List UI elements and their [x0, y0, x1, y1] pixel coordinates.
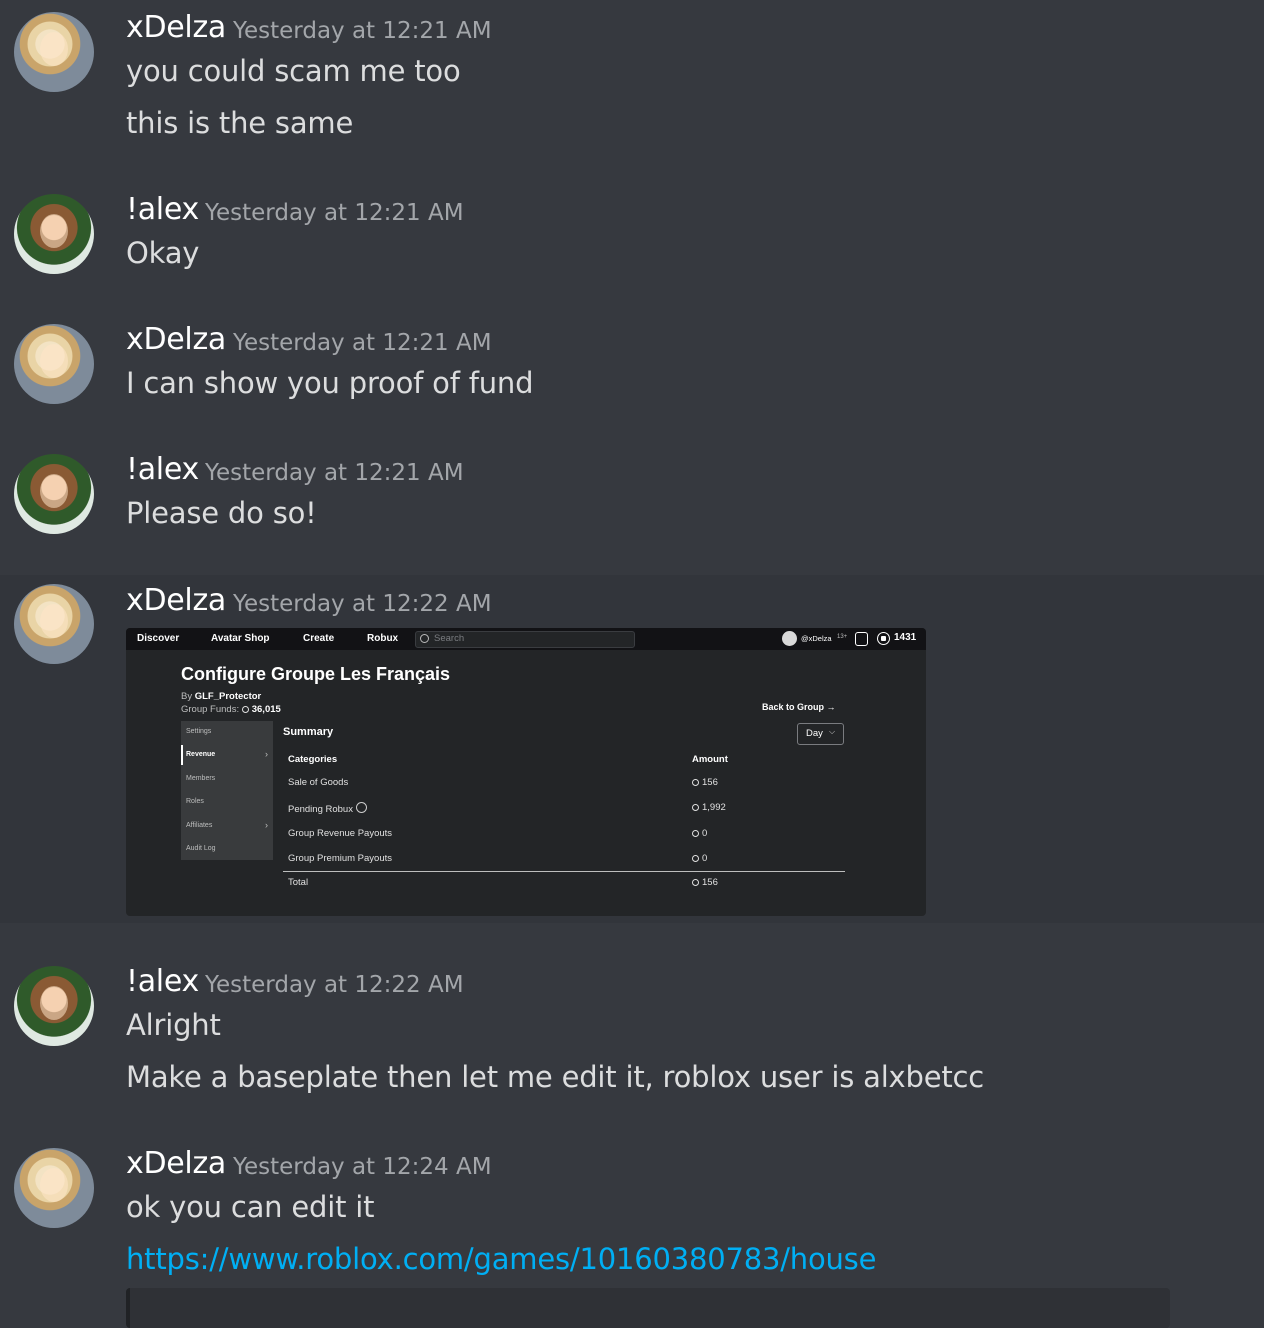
row-category: Sale of Goods: [288, 777, 349, 788]
avatar[interactable]: [14, 324, 94, 404]
username[interactable]: !alex: [126, 964, 199, 999]
avatar[interactable]: [14, 1148, 94, 1228]
menu-icon: [855, 632, 868, 646]
avatar[interactable]: [14, 584, 94, 664]
timestamp: Yesterday at 12:21 AM: [205, 200, 464, 226]
username[interactable]: xDelza: [126, 1146, 226, 1181]
username[interactable]: !alex: [126, 192, 199, 227]
row-category: Group Premium Payouts: [288, 853, 393, 864]
robux-icon: [877, 632, 890, 645]
row-amount: 0: [692, 828, 707, 839]
back-to-group-link: Back to Group →: [762, 702, 836, 712]
message-text: Alright: [126, 1008, 221, 1042]
chevron-right-icon: ›: [265, 749, 268, 759]
config-sidebar: Settings Revenue › Members Roles Affilia…: [181, 721, 273, 860]
period-select: Day ⌵: [797, 723, 844, 745]
timestamp: Yesterday at 12:22 AM: [233, 591, 492, 617]
message-text: I can show you proof of fund: [126, 366, 534, 400]
avatar[interactable]: [14, 454, 94, 534]
chevron-right-icon: ›: [265, 820, 268, 830]
sidebar-item-revenue: Revenue: [186, 751, 216, 758]
robux-balance: 1431: [894, 632, 917, 643]
link-embed[interactable]: [126, 1288, 1170, 1328]
sidebar-item-roles: Roles: [186, 798, 204, 805]
timestamp: Yesterday at 12:24 AM: [233, 1154, 492, 1180]
col-categories: Categories: [288, 754, 338, 765]
user-avatar-icon: [782, 631, 797, 646]
username[interactable]: xDelza: [126, 10, 226, 45]
discord-chat: { "messages": [ {"author": "xDelza", "ti…: [0, 0, 1264, 1328]
total-amount: 156: [692, 877, 718, 888]
roblox-topbar: Discover Avatar Shop Create Robux Search…: [126, 628, 926, 650]
message-text: Make a baseplate then let me edit it, ro…: [126, 1060, 985, 1094]
row-category: Pending Robux: [288, 802, 367, 815]
timestamp: Yesterday at 12:21 AM: [233, 330, 492, 356]
divider: [283, 871, 845, 872]
nav-discover: Discover: [137, 633, 180, 644]
message-link[interactable]: https://www.roblox.com/games/10160380783…: [126, 1242, 876, 1276]
sidebar-item-affiliates: Affiliates: [186, 822, 213, 829]
message-text: Please do so!: [126, 496, 317, 530]
message-group: xDelza Yesterday at 12:21 AM I can show …: [0, 310, 1264, 420]
message-group: !alex Yesterday at 12:22 AM Alright Make…: [0, 950, 1264, 1120]
total-label: Total: [288, 877, 309, 888]
page-title: Configure Groupe Les Français: [181, 664, 451, 684]
message-group: xDelza Yesterday at 12:24 AM ok you can …: [0, 1132, 1264, 1314]
message-text: ok you can edit it: [126, 1190, 375, 1224]
sidebar-item-audit-log: Audit Log: [186, 845, 216, 852]
roblox-username: @xDelza: [801, 634, 832, 643]
search-icon: [420, 634, 429, 643]
nav-create: Create: [303, 633, 335, 644]
group-funds: Group Funds: 36,015: [181, 704, 281, 715]
search-box: Search: [415, 631, 635, 648]
username[interactable]: !alex: [126, 452, 199, 487]
summary-heading: Summary: [283, 726, 334, 738]
username[interactable]: xDelza: [126, 322, 226, 357]
message-text: this is the same: [126, 106, 354, 140]
sidebar-item-members: Members: [186, 775, 216, 782]
message-group: xDelza Yesterday at 12:21 AM you could s…: [0, 0, 1264, 170]
nav-robux: Robux: [367, 633, 399, 644]
row-amount: 0: [692, 853, 707, 864]
avatar[interactable]: [14, 194, 94, 274]
nav-avatar-shop: Avatar Shop: [211, 633, 270, 644]
image-attachment[interactable]: Discover Avatar Shop Create Robux Search…: [126, 628, 926, 916]
row-amount: 1,992: [692, 802, 726, 813]
message-text: Okay: [126, 236, 200, 270]
avatar[interactable]: [14, 12, 94, 92]
row-category: Group Revenue Payouts: [288, 828, 393, 839]
avatar[interactable]: [14, 966, 94, 1046]
age-badge: 13+: [837, 634, 848, 640]
message-group: !alex Yesterday at 12:21 AM Please do so…: [0, 440, 1264, 550]
timestamp: Yesterday at 12:21 AM: [205, 460, 464, 486]
clock-icon: [355, 802, 367, 813]
timestamp: Yesterday at 12:21 AM: [233, 18, 492, 44]
col-amount: Amount: [692, 754, 728, 765]
owner-line: By GLF_Protector: [181, 691, 262, 702]
message-text: you could scam me too: [126, 54, 461, 88]
timestamp: Yesterday at 12:22 AM: [205, 972, 464, 998]
row-amount: 156: [692, 777, 718, 788]
robux-icon: [241, 706, 249, 713]
search-placeholder: Search: [434, 633, 465, 644]
sidebar-item-settings: Settings: [186, 728, 212, 735]
message-group: !alex Yesterday at 12:21 AM Okay: [0, 180, 1264, 290]
username[interactable]: xDelza: [126, 583, 226, 618]
